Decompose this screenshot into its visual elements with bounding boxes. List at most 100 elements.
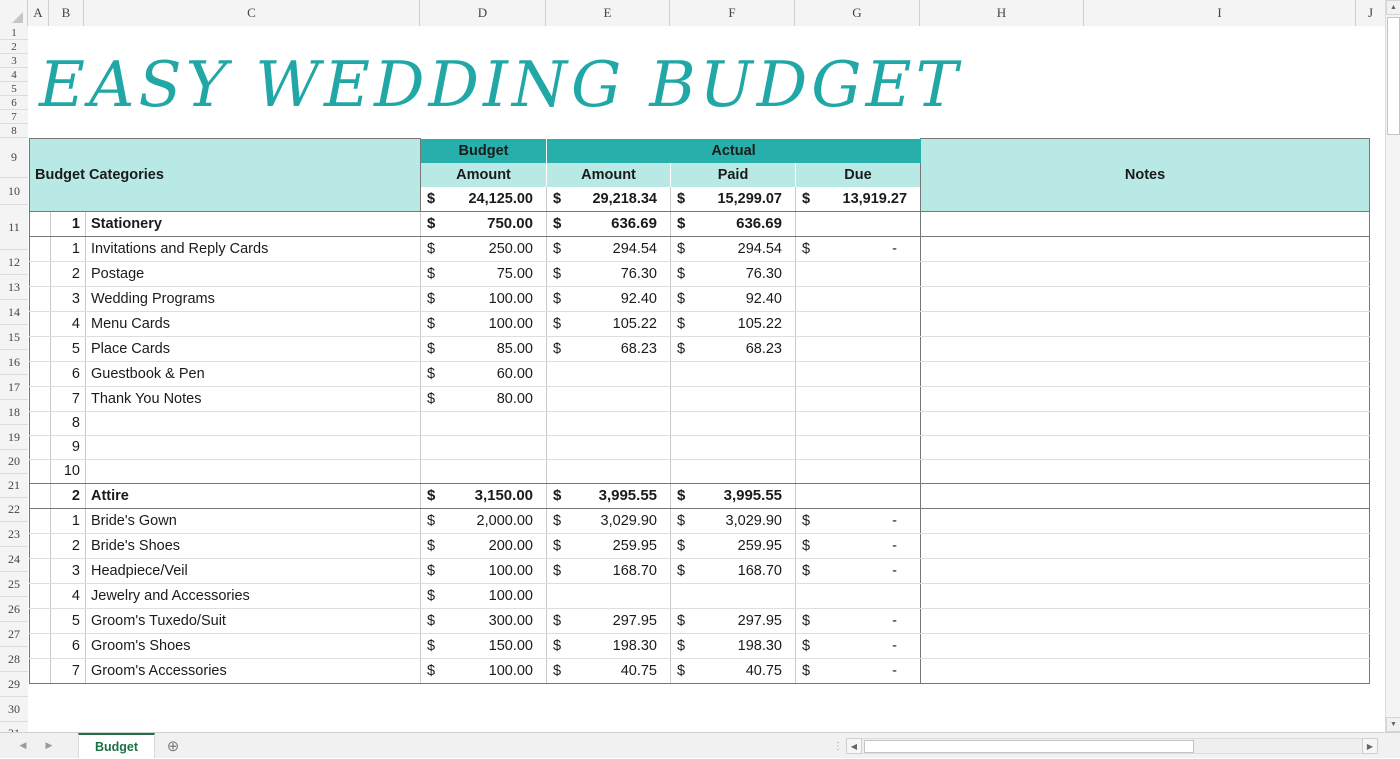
item-budget[interactable]: $100.00 bbox=[421, 583, 547, 608]
item-due[interactable] bbox=[796, 386, 921, 411]
column-header-b[interactable]: B bbox=[49, 0, 84, 26]
section-actual[interactable]: $636.69 bbox=[547, 211, 671, 236]
item-paid[interactable]: $168.70 bbox=[671, 558, 796, 583]
row-header-2[interactable]: 2 bbox=[0, 40, 28, 54]
item-name[interactable]: Thank You Notes bbox=[86, 386, 421, 411]
item-notes-cell[interactable] bbox=[921, 533, 1370, 558]
section-paid[interactable]: $636.69 bbox=[671, 211, 796, 236]
row-header-11[interactable]: 11 bbox=[0, 205, 28, 250]
item-notes-cell[interactable] bbox=[921, 459, 1370, 483]
item-notes-cell[interactable] bbox=[921, 336, 1370, 361]
horizontal-scroll-thumb[interactable] bbox=[864, 740, 1194, 753]
row-header-8[interactable]: 8 bbox=[0, 124, 28, 138]
item-name[interactable]: Jewelry and Accessories bbox=[86, 583, 421, 608]
item-actual[interactable]: $92.40 bbox=[547, 286, 671, 311]
column-header-d[interactable]: D bbox=[420, 0, 546, 26]
item-notes-cell[interactable] bbox=[921, 286, 1370, 311]
item-name[interactable]: Bride's Shoes bbox=[86, 533, 421, 558]
item-actual[interactable] bbox=[547, 459, 671, 483]
item-paid[interactable] bbox=[671, 459, 796, 483]
row-header-13[interactable]: 13 bbox=[0, 275, 28, 300]
item-paid[interactable]: $259.95 bbox=[671, 533, 796, 558]
triangle-right-icon[interactable]: ▶ bbox=[46, 740, 53, 751]
triangle-left-icon[interactable]: ◀ bbox=[20, 740, 27, 751]
column-header-h[interactable]: H bbox=[920, 0, 1084, 26]
row-header-5[interactable]: 5 bbox=[0, 82, 28, 96]
item-name[interactable] bbox=[86, 459, 421, 483]
item-paid[interactable]: $297.95 bbox=[671, 608, 796, 633]
item-paid[interactable]: $3,029.90 bbox=[671, 508, 796, 533]
item-notes-cell[interactable] bbox=[921, 411, 1370, 435]
sheet-tab-budget[interactable]: Budget bbox=[78, 733, 155, 758]
item-name[interactable]: Menu Cards bbox=[86, 311, 421, 336]
row-header-24[interactable]: 24 bbox=[0, 547, 28, 572]
row-header-17[interactable]: 17 bbox=[0, 375, 28, 400]
item-budget[interactable] bbox=[421, 435, 547, 459]
item-actual[interactable] bbox=[547, 435, 671, 459]
item-name[interactable] bbox=[86, 435, 421, 459]
section-due[interactable] bbox=[796, 483, 921, 508]
item-actual[interactable]: $294.54 bbox=[547, 236, 671, 261]
item-actual[interactable]: $198.30 bbox=[547, 633, 671, 658]
item-notes-cell[interactable] bbox=[921, 386, 1370, 411]
item-actual[interactable] bbox=[547, 361, 671, 386]
item-budget[interactable]: $2,000.00 bbox=[421, 508, 547, 533]
row-header-22[interactable]: 22 bbox=[0, 498, 28, 522]
item-due[interactable]: $- bbox=[796, 236, 921, 261]
item-budget[interactable]: $85.00 bbox=[421, 336, 547, 361]
item-paid[interactable] bbox=[671, 411, 796, 435]
section-notes-cell[interactable] bbox=[921, 483, 1370, 508]
item-notes-cell[interactable] bbox=[921, 633, 1370, 658]
item-actual[interactable] bbox=[547, 386, 671, 411]
scroll-up-icon[interactable]: ▲ bbox=[1386, 0, 1400, 15]
row-header-12[interactable]: 12 bbox=[0, 250, 28, 275]
item-budget[interactable]: $100.00 bbox=[421, 558, 547, 583]
section-paid[interactable]: $3,995.55 bbox=[671, 483, 796, 508]
item-name[interactable]: Groom's Shoes bbox=[86, 633, 421, 658]
item-notes-cell[interactable] bbox=[921, 361, 1370, 386]
item-budget[interactable]: $100.00 bbox=[421, 658, 547, 683]
item-due[interactable]: $- bbox=[796, 558, 921, 583]
row-header-23[interactable]: 23 bbox=[0, 522, 28, 547]
item-actual[interactable]: $40.75 bbox=[547, 658, 671, 683]
item-paid[interactable]: $40.75 bbox=[671, 658, 796, 683]
row-header-6[interactable]: 6 bbox=[0, 96, 28, 110]
item-budget[interactable]: $300.00 bbox=[421, 608, 547, 633]
item-due[interactable] bbox=[796, 411, 921, 435]
section-name[interactable]: Attire bbox=[86, 483, 421, 508]
item-due[interactable] bbox=[796, 583, 921, 608]
column-header-a[interactable]: A bbox=[28, 0, 49, 26]
section-budget[interactable]: $3,150.00 bbox=[421, 483, 547, 508]
item-name[interactable]: Bride's Gown bbox=[86, 508, 421, 533]
item-budget[interactable]: $250.00 bbox=[421, 236, 547, 261]
scroll-right-icon[interactable]: ▶ bbox=[1362, 738, 1378, 754]
item-due[interactable] bbox=[796, 286, 921, 311]
row-header-1[interactable]: 1 bbox=[0, 26, 28, 40]
item-notes-cell[interactable] bbox=[921, 508, 1370, 533]
item-due[interactable] bbox=[796, 336, 921, 361]
row-header-29[interactable]: 29 bbox=[0, 672, 28, 697]
item-notes-cell[interactable] bbox=[921, 261, 1370, 286]
horizontal-scrollbar[interactable]: ⋮ ◀ ▶ bbox=[830, 737, 1378, 755]
row-header-16[interactable]: 16 bbox=[0, 350, 28, 375]
item-actual[interactable]: $76.30 bbox=[547, 261, 671, 286]
row-header-26[interactable]: 26 bbox=[0, 597, 28, 622]
item-notes-cell[interactable] bbox=[921, 608, 1370, 633]
scroll-down-icon[interactable]: ▼ bbox=[1386, 717, 1400, 732]
item-paid[interactable]: $198.30 bbox=[671, 633, 796, 658]
item-budget[interactable]: $75.00 bbox=[421, 261, 547, 286]
item-actual[interactable]: $259.95 bbox=[547, 533, 671, 558]
item-budget[interactable]: $200.00 bbox=[421, 533, 547, 558]
horizontal-scroll-track[interactable] bbox=[862, 738, 1362, 754]
column-header-e[interactable]: E bbox=[546, 0, 670, 26]
item-paid[interactable] bbox=[671, 435, 796, 459]
item-name[interactable]: Guestbook & Pen bbox=[86, 361, 421, 386]
row-header-3[interactable]: 3 bbox=[0, 54, 28, 68]
item-notes-cell[interactable] bbox=[921, 658, 1370, 683]
scroll-left-icon[interactable]: ◀ bbox=[846, 738, 862, 754]
item-notes-cell[interactable] bbox=[921, 435, 1370, 459]
item-due[interactable]: $- bbox=[796, 658, 921, 683]
column-header-g[interactable]: G bbox=[795, 0, 920, 26]
item-actual[interactable]: $105.22 bbox=[547, 311, 671, 336]
item-due[interactable] bbox=[796, 261, 921, 286]
